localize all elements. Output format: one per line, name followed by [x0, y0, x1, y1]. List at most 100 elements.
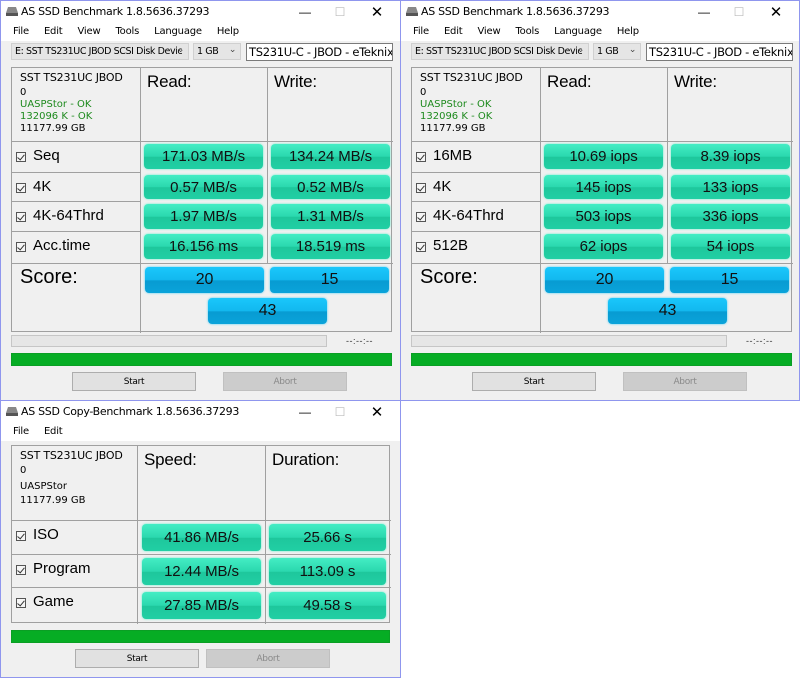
menu-help[interactable]: Help [617, 23, 639, 41]
start-button[interactable]: Start [472, 372, 596, 391]
minimize-button[interactable]: — [290, 401, 320, 423]
menu-bar: File Edit View Tools Language Help [1, 23, 400, 41]
elapsed-timer: --:--:-- [746, 336, 773, 346]
alignment-status: 132096 K - OK [20, 111, 93, 122]
menu-language[interactable]: Language [554, 23, 602, 41]
test-label: ISO [33, 526, 59, 543]
test-progress-bar [11, 335, 327, 347]
test-name-input[interactable]: TS231U-C - JBOD - eTeknix.c [246, 43, 393, 61]
menu-view[interactable]: View [78, 23, 101, 41]
test-row-512b[interactable]: 512B [412, 232, 541, 264]
size-select[interactable]: 1 GB ⌄ [193, 43, 241, 60]
program-duration-result: 113.09 s [269, 558, 386, 585]
4k64-write-result: 1.31 MB/s [271, 204, 390, 229]
test-row-seq[interactable]: Seq [12, 142, 141, 173]
app-drive-icon [6, 407, 18, 416]
checkbox-checked-icon[interactable] [416, 242, 426, 252]
checkbox-checked-icon[interactable] [16, 152, 26, 162]
abort-button[interactable]: Abort [223, 372, 347, 391]
results-grid: SST TS231UC JBOD 0 UASPStor - OK 132096 … [11, 67, 393, 333]
drive-select[interactable]: E: SST TS231UC JBOD SCSI Disk Devic ⌄ [11, 43, 189, 60]
read-score: 20 [145, 267, 264, 293]
checkbox-checked-icon[interactable] [16, 183, 26, 193]
toolbar: E: SST TS231UC JBOD SCSI Disk Devic ⌄ 1 G… [401, 41, 799, 63]
window-title: AS SSD Benchmark 1.8.5636.37293 [421, 5, 610, 18]
test-row-4k-64thrd[interactable]: 4K-64Thrd [412, 202, 541, 232]
menu-file[interactable]: File [413, 23, 429, 41]
test-name-input[interactable]: TS231U-C - JBOD - eTeknix.c [646, 43, 793, 61]
test-row-game[interactable]: Game [12, 588, 138, 624]
menu-tools[interactable]: Tools [515, 23, 539, 41]
title-bar[interactable]: AS SSD Copy-Benchmark 1.8.5636.37293 — ☐… [1, 401, 400, 423]
title-bar[interactable]: AS SSD Benchmark 1.8.5636.37293 — ☐ ✕ [401, 1, 799, 23]
drive-capacity: 11177.99 GB [20, 123, 86, 134]
test-label: Acc.time [33, 237, 91, 254]
checkbox-checked-icon[interactable] [16, 531, 26, 541]
read-header: Read: [541, 68, 668, 142]
checkbox-checked-icon[interactable] [416, 183, 426, 193]
menu-file[interactable]: File [13, 423, 29, 441]
maximize-button[interactable]: ☐ [325, 401, 355, 423]
checkbox-checked-icon[interactable] [16, 598, 26, 608]
drive-select[interactable]: E: SST TS231UC JBOD SCSI Disk Devic ⌄ [411, 43, 589, 60]
drive-capacity: 11177.99 GB [420, 123, 486, 134]
copy-benchmark-window: AS SSD Copy-Benchmark 1.8.5636.37293 — ☐… [0, 400, 401, 678]
512b-read-result: 62 iops [544, 234, 663, 259]
16mb-write-result: 8.39 iops [671, 144, 790, 169]
checkbox-checked-icon[interactable] [16, 565, 26, 575]
menu-edit[interactable]: Edit [44, 23, 63, 41]
window-title: AS SSD Benchmark 1.8.5636.37293 [21, 5, 210, 18]
checkbox-checked-icon[interactable] [416, 212, 426, 222]
menu-language[interactable]: Language [154, 23, 202, 41]
menu-edit[interactable]: Edit [444, 23, 463, 41]
minimize-button[interactable]: — [290, 1, 320, 23]
maximize-button[interactable]: ☐ [724, 1, 754, 23]
score-label: Score: [412, 264, 541, 333]
test-row-iso[interactable]: ISO [12, 521, 138, 555]
test-row-16mb[interactable]: 16MB [412, 142, 541, 173]
test-row-acc-time[interactable]: Acc.time [12, 232, 141, 264]
minimize-button[interactable]: — [689, 1, 719, 23]
menu-file[interactable]: File [13, 23, 29, 41]
menu-help[interactable]: Help [217, 23, 239, 41]
abort-button[interactable]: Abort [206, 649, 330, 668]
4k-read-result: 145 iops [544, 175, 663, 199]
size-select[interactable]: 1 GB ⌄ [593, 43, 641, 60]
duration-header: Duration: [266, 446, 391, 521]
test-row-4k[interactable]: 4K [12, 173, 141, 202]
iso-speed-result: 41.86 MB/s [142, 524, 261, 551]
read-score: 20 [545, 267, 664, 293]
window-title: AS SSD Copy-Benchmark 1.8.5636.37293 [21, 405, 240, 418]
size-select-value: 1 GB [197, 46, 219, 57]
benchmark-window-iops: AS SSD Benchmark 1.8.5636.37293 — ☐ ✕ Fi… [400, 0, 800, 401]
test-label: 4K [33, 178, 52, 195]
seq-read-result: 171.03 MB/s [144, 144, 263, 169]
menu-view[interactable]: View [478, 23, 501, 41]
4k-write-result: 0.52 MB/s [271, 175, 390, 199]
abort-button[interactable]: Abort [623, 372, 747, 391]
chevron-down-icon: ⌄ [576, 45, 585, 55]
checkbox-checked-icon[interactable] [416, 152, 426, 162]
test-row-4k[interactable]: 4K [412, 173, 541, 202]
drive-model: SST TS231UC JBOD [20, 449, 123, 462]
maximize-button[interactable]: ☐ [325, 1, 355, 23]
test-row-program[interactable]: Program [12, 555, 138, 588]
start-button[interactable]: Start [72, 372, 196, 391]
drive-model: SST TS231UC JBOD [20, 71, 123, 84]
results-grid: SST TS231UC JBOD 0 UASPStor - OK 132096 … [411, 67, 793, 333]
close-button[interactable]: ✕ [362, 1, 392, 23]
menu-tools[interactable]: Tools [115, 23, 139, 41]
test-label: 4K-64Thrd [433, 207, 504, 224]
close-button[interactable]: ✕ [761, 1, 791, 23]
checkbox-checked-icon[interactable] [16, 212, 26, 222]
start-button[interactable]: Start [75, 649, 199, 668]
copy-results-grid: SST TS231UC JBOD 0 UASPStor 11177.99 GB … [11, 445, 391, 624]
test-row-4k-64thrd[interactable]: 4K-64Thrd [12, 202, 141, 232]
toolbar: E: SST TS231UC JBOD SCSI Disk Devic ⌄ 1 G… [1, 41, 400, 63]
close-button[interactable]: ✕ [362, 401, 392, 423]
checkbox-checked-icon[interactable] [16, 242, 26, 252]
speed-header: Speed: [138, 446, 266, 521]
menu-edit[interactable]: Edit [44, 423, 63, 441]
drive-model: SST TS231UC JBOD [420, 71, 523, 84]
title-bar[interactable]: AS SSD Benchmark 1.8.5636.37293 — ☐ ✕ [1, 1, 400, 23]
